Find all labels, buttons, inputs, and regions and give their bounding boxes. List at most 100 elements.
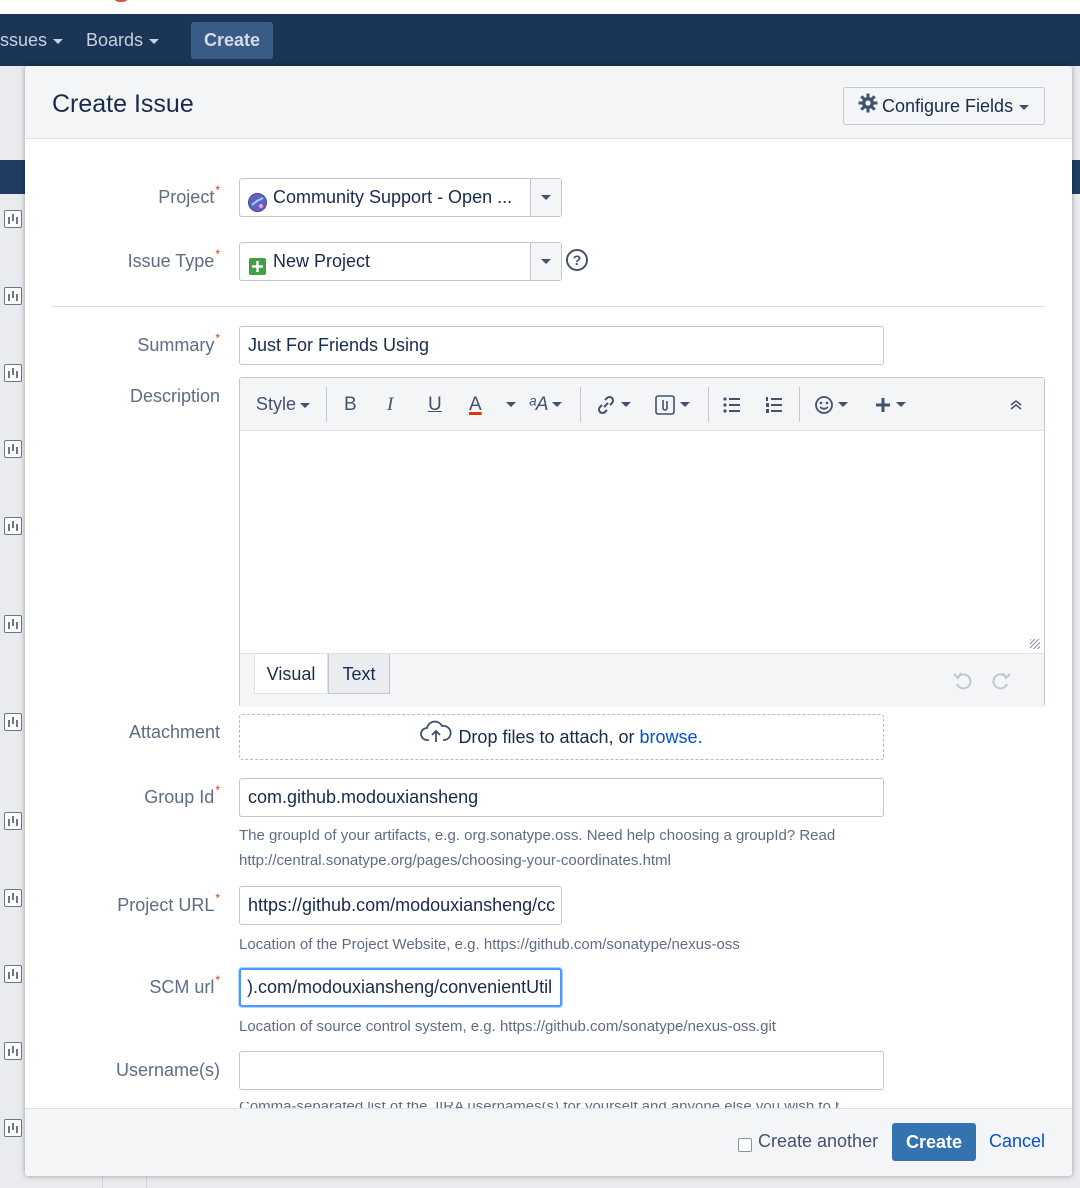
required-marker: * <box>215 891 220 905</box>
attachment-label: Attachment <box>128 722 220 742</box>
report-icon[interactable] <box>4 713 22 731</box>
numbered-list-button[interactable] <box>764 378 784 431</box>
nav-issues-menu[interactable]: ssues <box>0 14 64 66</box>
numbered-list-icon <box>764 394 784 415</box>
issue-type-select[interactable]: New Project <box>239 242 562 281</box>
chevron-down-icon <box>621 402 631 408</box>
required-marker: * <box>215 331 220 345</box>
editor-footer: Visual Text <box>240 653 1044 707</box>
attachment-dropzone[interactable]: Drop files to attach, or browse. <box>239 714 884 760</box>
chevron-down-icon <box>149 38 160 44</box>
description-label: Description <box>129 386 220 406</box>
group-id-label: Group Id* <box>144 783 220 807</box>
report-icon[interactable] <box>4 440 22 458</box>
text-color-dropdown[interactable] <box>502 378 516 431</box>
emoticon-dropdown[interactable] <box>814 378 848 431</box>
insert-more-dropdown[interactable] <box>874 378 906 431</box>
resize-handle-icon[interactable] <box>1030 639 1040 649</box>
chevron-down-icon <box>896 402 906 408</box>
chevron-down-icon <box>506 402 516 408</box>
usernames-label: Username(s) <box>115 1060 220 1080</box>
project-avatar-icon <box>248 188 267 212</box>
bold-button[interactable]: B <box>344 378 357 431</box>
cancel-button[interactable]: Cancel <box>989 1131 1045 1152</box>
help-icon[interactable]: ? <box>566 249 588 271</box>
dialog-footer: Create another Create Cancel <box>25 1108 1072 1176</box>
group-id-hint-url: http://central.sonatype.org/pages/choosi… <box>239 852 671 869</box>
toolbar-separator <box>799 387 800 422</box>
browse-link[interactable]: browse. <box>640 727 703 747</box>
report-icon[interactable] <box>4 812 22 830</box>
font-size-dropdown[interactable]: ᵃA <box>529 378 563 431</box>
description-textarea[interactable] <box>240 431 1044 653</box>
chevron-down-icon <box>300 402 311 408</box>
configure-fields-label: Configure Fields <box>882 96 1014 116</box>
tab-text[interactable]: Text <box>328 654 390 694</box>
top-navbar: ssues Boards Create <box>0 14 1080 66</box>
emoticon-icon <box>814 394 834 415</box>
project-select[interactable]: Community Support - Open ... <box>239 178 562 217</box>
report-icon[interactable] <box>4 1042 22 1060</box>
summary-label: Summary* <box>137 331 220 355</box>
dropdown-arrow-icon[interactable] <box>530 179 561 216</box>
summary-input[interactable]: Just For Friends Using <box>239 326 884 365</box>
undo-icon[interactable] <box>952 670 974 696</box>
scm-url-input[interactable]: ).com/modouxiansheng/convenientUtil <box>239 968 562 1007</box>
create-button[interactable]: Create <box>892 1123 976 1161</box>
tab-visual[interactable]: Visual <box>254 654 328 694</box>
attachment-dropdown[interactable] <box>654 378 690 431</box>
issue-type-label: Issue Type* <box>127 247 220 271</box>
paperclip-icon <box>654 394 676 415</box>
scm-url-label: SCM url* <box>149 973 220 997</box>
usernames-input[interactable] <box>239 1051 884 1090</box>
report-icon[interactable] <box>4 1119 22 1137</box>
section-divider <box>52 306 1045 307</box>
text-color-button[interactable]: A <box>469 378 482 431</box>
link-icon <box>595 394 617 415</box>
chevron-down-icon <box>1019 104 1030 110</box>
project-url-input[interactable]: https://github.com/modouxiansheng/cc <box>239 886 562 925</box>
report-icon[interactable] <box>4 615 22 633</box>
bullet-list-button[interactable] <box>722 378 742 431</box>
create-another-label[interactable]: Create another <box>758 1131 878 1152</box>
required-marker: * <box>215 973 220 987</box>
nav-boards-menu[interactable]: Boards <box>86 14 160 66</box>
style-dropdown[interactable]: Style <box>256 378 311 431</box>
report-icon[interactable] <box>4 965 22 983</box>
nav-create-button[interactable]: Create <box>191 22 273 59</box>
plus-icon <box>874 394 892 415</box>
issue-type-select-value: New Project <box>273 251 371 271</box>
report-icon[interactable] <box>4 889 22 907</box>
redo-icon[interactable] <box>990 670 1012 696</box>
report-icon[interactable] <box>4 287 22 305</box>
bullet-list-icon <box>722 394 742 415</box>
chevron-down-icon <box>838 402 848 408</box>
toolbar-separator <box>708 387 709 422</box>
scm-url-hint: Location of source control system, e.g. … <box>239 1018 776 1035</box>
report-icon[interactable] <box>4 210 22 228</box>
report-icon[interactable] <box>4 364 22 382</box>
nav-issues-label: ssues <box>0 30 48 50</box>
chevron-down-icon <box>680 402 690 408</box>
underline-button[interactable]: U <box>428 378 442 431</box>
group-id-hint-text: The groupId of your artifacts, e.g. org.… <box>239 827 836 844</box>
chevron-down-icon <box>53 38 64 44</box>
link-dropdown[interactable] <box>595 378 631 431</box>
required-marker: * <box>215 783 220 797</box>
description-editor: Style B I U A ᵃA Visual Text <box>239 377 1045 707</box>
create-another-checkbox[interactable] <box>738 1138 752 1152</box>
brand-logo-fragment <box>112 0 130 2</box>
collapse-toolbar-button[interactable] <box>1008 378 1024 431</box>
toolbar-separator <box>580 387 581 422</box>
dropdown-arrow-icon[interactable] <box>530 243 561 280</box>
group-id-input[interactable]: com.github.modouxiansheng <box>239 778 884 817</box>
create-issue-dialog: Create Issue Configure Fields Project* C… <box>25 66 1072 1176</box>
configure-fields-button[interactable]: Configure Fields <box>843 87 1045 125</box>
italic-button[interactable]: I <box>387 378 393 431</box>
project-url-hint: Location of the Project Website, e.g. ht… <box>239 936 740 953</box>
dialog-title: Create Issue <box>52 90 194 118</box>
report-icon[interactable] <box>4 517 22 535</box>
chevron-double-up-icon <box>1008 394 1024 415</box>
nav-boards-label: Boards <box>86 30 144 50</box>
project-url-label: Project URL* <box>117 891 220 915</box>
